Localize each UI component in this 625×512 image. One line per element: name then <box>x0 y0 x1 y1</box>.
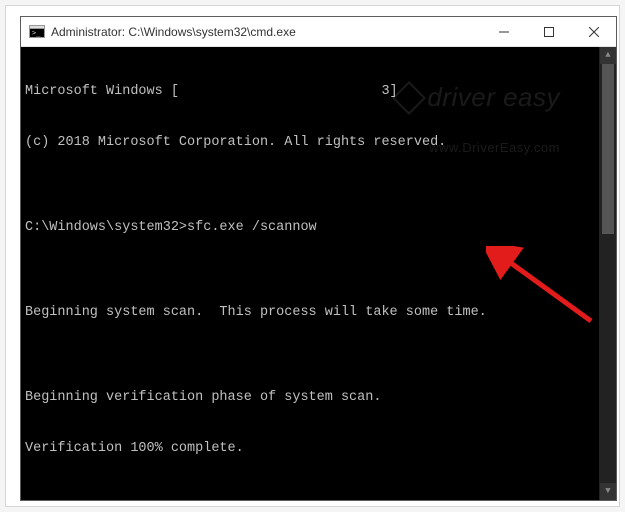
cmd-icon: >_ <box>29 24 45 40</box>
screenshot-frame: >_ Administrator: C:\Windows\system32\cm… <box>5 5 620 507</box>
terminal-output[interactable]: Microsoft Windows [ 3] (c) 2018 Microsof… <box>21 47 616 500</box>
output-line: Verification 100% complete. <box>25 440 612 457</box>
scroll-track[interactable] <box>600 64 616 483</box>
output-line: Beginning system scan. This process will… <box>25 304 612 321</box>
close-button[interactable] <box>571 17 616 46</box>
minimize-button[interactable] <box>481 17 526 46</box>
maximize-button[interactable] <box>526 17 571 46</box>
output-line: Beginning verification phase of system s… <box>25 389 612 406</box>
svg-text:>_: >_ <box>32 29 41 37</box>
scroll-thumb[interactable] <box>602 64 614 234</box>
window-controls <box>481 17 616 46</box>
output-line: (c) 2018 Microsoft Corporation. All righ… <box>25 134 612 151</box>
scroll-up-arrow-icon[interactable]: ▲ <box>600 47 616 64</box>
vertical-scrollbar[interactable]: ▲ ▼ <box>599 47 616 500</box>
command-text: sfc.exe /scannow <box>187 220 317 235</box>
scroll-down-arrow-icon[interactable]: ▼ <box>600 483 616 500</box>
output-line: C:\Windows\system32>sfc.exe /scannow <box>25 219 612 236</box>
watermark: driver easy www.DriverEasy.com <box>397 53 560 185</box>
window-title: Administrator: C:\Windows\system32\cmd.e… <box>51 25 481 39</box>
output-line: Microsoft Windows [ 3] <box>25 83 612 100</box>
prompt: C:\Windows\system32> <box>25 220 187 235</box>
titlebar[interactable]: >_ Administrator: C:\Windows\system32\cm… <box>21 17 616 47</box>
cmd-window: >_ Administrator: C:\Windows\system32\cm… <box>20 16 617 501</box>
